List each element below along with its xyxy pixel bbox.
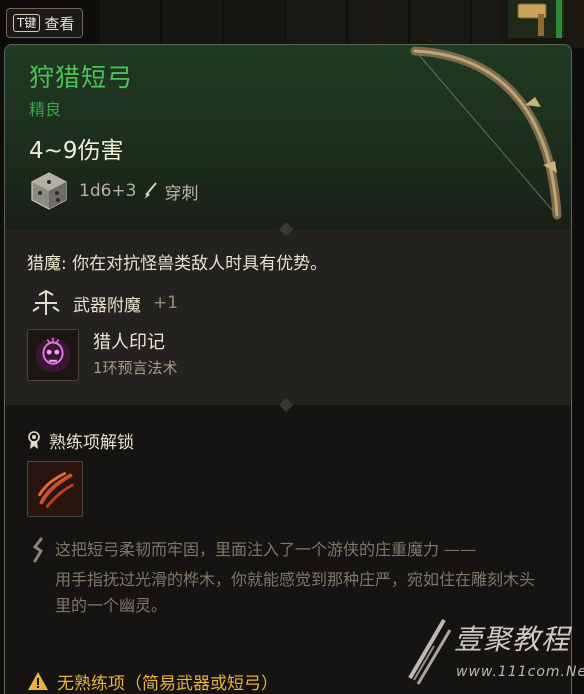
watermark-title: 壹聚教程	[454, 623, 571, 656]
divider-notch-2	[279, 398, 293, 412]
enchant-label: 猎魔:	[27, 254, 67, 274]
item-tooltip: 狩猎短弓 精良 4~9伤害 1d6+3 穿刺 猎魔: 你在对抗怪兽类敌人时具有优…	[4, 44, 572, 694]
pierce-icon	[144, 182, 158, 199]
proficiency-unlock-label: 熟练项解锁	[49, 432, 134, 453]
flavor-text: 这把短弓柔韧而牢固，里面注入了一个游侠的庄重魔力 —— 用手指抚过光滑的桦木，你…	[55, 537, 545, 619]
weapon-enchant-value: +1	[153, 293, 179, 313]
enchant-section: 猎魔: 你在对抗怪兽类敌人时具有优势。 武器附魔 +1 猎人印记 1环预言法术	[5, 229, 571, 405]
item-damage: 4~9伤害	[29, 138, 124, 164]
top-bar: T键 查看	[0, 0, 584, 48]
item-name: 狩猎短弓	[29, 63, 134, 92]
watermark-url: www.111com.Net	[456, 664, 584, 680]
flavor-quill-icon	[32, 537, 44, 563]
weapon-enchant-icon	[32, 289, 60, 315]
weapon-enchant-row: 武器附魔 +1	[27, 289, 178, 317]
item-rarity: 精良	[29, 100, 62, 119]
warning-icon	[28, 672, 48, 690]
dice-icon	[31, 172, 67, 210]
spell-name: 猎人印记	[93, 332, 165, 353]
spell-skull-icon[interactable]	[27, 329, 79, 381]
watermark: 壹聚教程 www.111com.Net	[390, 612, 584, 693]
medal-icon	[28, 431, 40, 449]
watermark-logo-icon	[408, 618, 452, 685]
flavor-line-1: 这把短弓柔韧而牢固，里面注入了一个游侠的庄重魔力 ——	[55, 540, 477, 559]
proficiency-row: 熟练项解锁	[27, 427, 134, 453]
weapon-enchant-label: 武器附魔	[73, 295, 141, 316]
hotbar-slots	[100, 0, 500, 46]
divider-top	[5, 222, 571, 236]
damage-type: 穿刺	[164, 183, 199, 204]
enchant-body: 你在对抗怪兽类敌人时具有优势。	[72, 254, 328, 274]
hotkey-label: 查看	[44, 14, 75, 33]
proficiency-warning: 无熟练项（简易武器或短弓）	[57, 673, 278, 694]
spell-row[interactable]: 猎人印记 1环预言法术	[27, 327, 178, 383]
passive-claw-icon[interactable]	[27, 461, 83, 517]
inspect-hotkey-button[interactable]: T键 查看	[6, 8, 84, 38]
divider-notch	[279, 222, 293, 236]
divider-bottom	[5, 398, 571, 412]
proficiency-warning-row: 无熟练项（简易武器或短弓）	[27, 667, 278, 694]
hammer-icon[interactable]	[508, 0, 564, 38]
bow-icon	[410, 46, 562, 220]
spell-level: 1环预言法术	[93, 359, 178, 377]
dice-row: 1d6+3 穿刺	[29, 171, 198, 211]
dice-value: 1d6+3	[79, 181, 137, 201]
hotkey-key: T键	[13, 14, 41, 32]
enchant-description: 猎魔: 你在对抗怪兽类敌人时具有优势。	[27, 249, 327, 274]
tooltip-header: 狩猎短弓 精良 4~9伤害 1d6+3 穿刺	[5, 45, 571, 229]
